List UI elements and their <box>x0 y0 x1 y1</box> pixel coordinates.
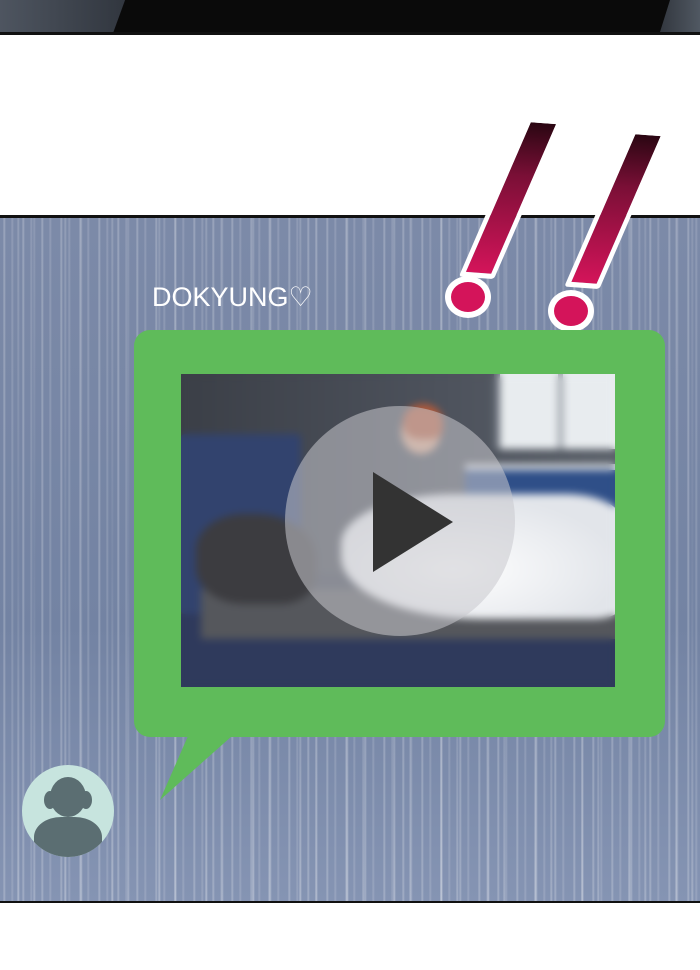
previous-panel-strip <box>0 0 700 35</box>
person-silhouette-icon <box>34 817 102 857</box>
previous-panel-dark-art <box>113 0 687 32</box>
exclamation-bar <box>564 128 668 290</box>
exclamation-mark-right <box>548 128 668 332</box>
exclamation-dot <box>445 276 491 318</box>
bubble-tail <box>160 736 232 800</box>
play-button[interactable] <box>285 406 515 636</box>
avatar-head <box>50 777 86 817</box>
play-icon <box>373 472 453 572</box>
exclamation-mark-left <box>445 116 565 318</box>
exclamation-dot <box>548 290 594 332</box>
avatar[interactable] <box>22 765 114 857</box>
sender-name: DOKYUNG♡ <box>152 282 313 312</box>
